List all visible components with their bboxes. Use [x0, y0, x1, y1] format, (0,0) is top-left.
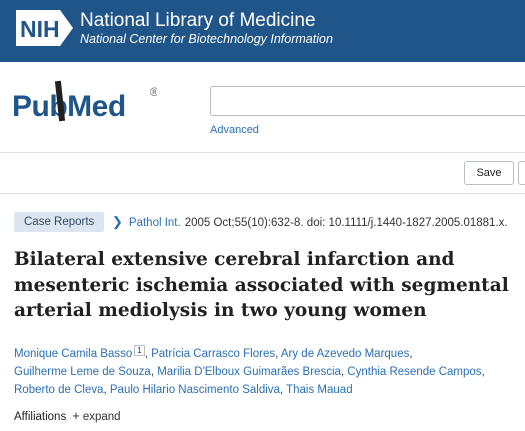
search-input[interactable]: [210, 86, 525, 116]
expand-label: expand: [82, 411, 121, 423]
toolbar-divider: [0, 193, 525, 194]
author-link[interactable]: Paulo Hilario Nascimento Saldiva: [110, 384, 280, 396]
nih-logo[interactable]: NIH: [16, 10, 73, 46]
chevron-right-icon: ❯: [112, 214, 123, 229]
authors-list: Monique Camila Basso 1, Patrícia Carrasco…: [14, 345, 485, 396]
save-button[interactable]: Save: [464, 161, 514, 185]
affiliations-label: Affiliations: [14, 411, 67, 423]
author-link[interactable]: Cynthia Resende Campos: [347, 366, 481, 378]
nih-header: NIH National Library of Medicine Nationa…: [0, 0, 525, 62]
citation: ❯ Pathol Int. 2005 Oct;55(10):632-8. doi: …: [112, 215, 508, 230]
author-link[interactable]: Ary de Azevedo Marques: [281, 348, 410, 360]
nih-subtitle[interactable]: National Center for Biotechnology Inform…: [80, 31, 333, 47]
author-link[interactable]: Patrícia Carrasco Flores: [151, 348, 275, 360]
journal-link[interactable]: Pathol Int.: [129, 217, 181, 229]
author-link[interactable]: Thais Mauad: [286, 384, 352, 396]
article-title: Bilateral extensive cerebral infarction …: [14, 249, 509, 321]
pubmed-logo[interactable]: PubMed ®: [12, 78, 157, 128]
toolbar-next-button[interactable]: [518, 161, 525, 185]
author-link[interactable]: Monique Camila Basso: [14, 348, 132, 360]
nih-logo-text: NIH: [20, 16, 60, 42]
affiliations-toggle[interactable]: Affiliations + expand: [14, 408, 121, 423]
expand-button[interactable]: + expand: [72, 408, 121, 423]
affiliation-ref[interactable]: 1: [134, 345, 145, 356]
author-link[interactable]: Marilia D'Elboux Guimarães Brescia: [157, 366, 341, 378]
registered-mark: ®: [150, 85, 157, 99]
author-link[interactable]: Roberto de Cleva: [14, 384, 104, 396]
pubmed-logo-text: PubMed: [12, 90, 126, 123]
author-link[interactable]: Guilherme Leme de Souza: [14, 366, 151, 378]
plus-icon: +: [72, 408, 80, 423]
nih-title[interactable]: National Library of Medicine: [80, 10, 316, 32]
advanced-search-link[interactable]: Advanced: [210, 124, 259, 136]
citation-details: 2005 Oct;55(10):632-8. doi: 10.1111/j.14…: [184, 217, 508, 229]
publication-type-badge: Case Reports: [14, 212, 105, 232]
